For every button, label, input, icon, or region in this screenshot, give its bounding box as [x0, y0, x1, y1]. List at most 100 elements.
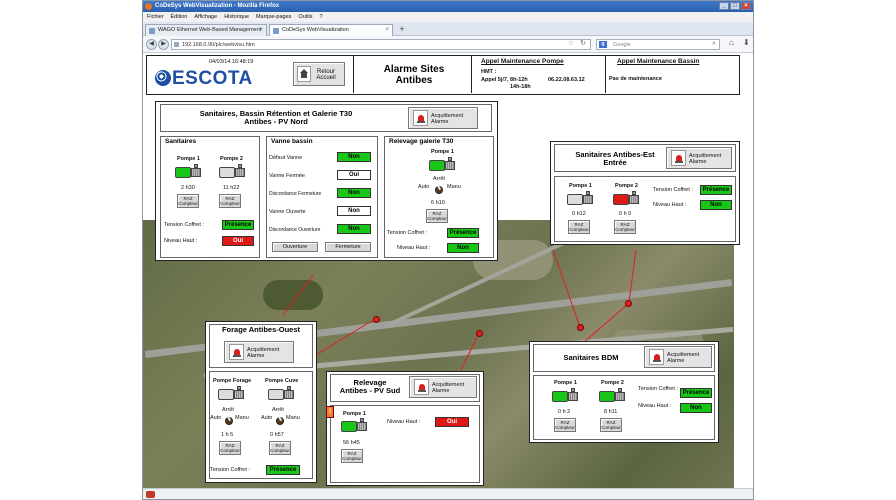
vanne-row-indicator: Non	[337, 152, 371, 162]
raz-button-pump1[interactable]: RAZ Compteur	[426, 209, 448, 223]
menu-marque-pages[interactable]: Marque-pages	[256, 12, 291, 22]
google-icon: g	[599, 41, 607, 48]
ouverture-button[interactable]: Ouverture	[272, 242, 318, 252]
raz-button-pump1[interactable]: RAZ Compteur	[177, 194, 199, 208]
url-text: 192.168.0.90/plc/webvisu.htm	[182, 42, 255, 48]
pump2-label: Pompe Cuve	[265, 378, 299, 384]
vanne-row-indicator: Non	[337, 224, 371, 234]
retour-accueil-button[interactable]: Retour Accueil	[293, 62, 345, 86]
sub-relevage-t30: Relevage galerie T30 Pompe 1 Arrêt Auto …	[384, 136, 494, 258]
niveau-indicator: Oui	[435, 417, 469, 427]
page-title: Alarme Sites Antibes	[383, 64, 445, 86]
pump2-hours: 0 h57	[270, 432, 284, 438]
vanne-title: Vanne bassin	[271, 138, 313, 145]
maint-pompe-hmt: HMT :	[481, 69, 497, 75]
menu-affichage[interactable]: Affichage	[194, 12, 217, 22]
new-tab-button[interactable]: +	[396, 24, 408, 35]
raz-button-pump1[interactable]: RAZ Compteur	[568, 220, 590, 234]
alarm-light-icon	[413, 110, 428, 126]
forward-button[interactable]: ▶	[158, 39, 169, 50]
close-tab-icon[interactable]: ×	[259, 25, 263, 36]
raz-button-pump1[interactable]: RAZ Compteur	[554, 418, 576, 432]
manu-label: Manu	[286, 415, 300, 421]
selector-knob-icon[interactable]	[225, 417, 233, 425]
pump1-label: Pompe 1	[177, 156, 200, 162]
menu-outils[interactable]: Outils	[298, 12, 312, 22]
minimize-button[interactable]: _	[719, 2, 729, 10]
tab-wago[interactable]: WAGO Ethernet Web-Based Management ×	[145, 24, 267, 36]
tension-label: Tension Coffret :	[653, 187, 693, 193]
raz-button-pump2[interactable]: RAZ Compteur	[219, 194, 241, 208]
pump1-icon	[339, 418, 369, 434]
fermeture-button[interactable]: Fermeture	[325, 242, 371, 252]
site-marker-est[interactable]	[625, 300, 632, 307]
bookmark-star-icon[interactable]: ☆	[568, 39, 574, 49]
pump1-label: Pompe 1	[343, 411, 366, 417]
ack-button-pv-nord[interactable]: Acquittement Alarme	[408, 107, 478, 129]
panel-sanitaires-bdm: Sanitaires BDM Acquittement Alarme Pompe…	[529, 341, 719, 443]
tension-label: Tension Coffret :	[210, 467, 250, 473]
datetime: 04/03/14 16:48:19	[209, 59, 254, 65]
sanitaires-title: Sanitaires	[165, 138, 197, 145]
header-panel: 04/03/14 16:48:19 ESCOTA Retour Accueil …	[146, 55, 740, 95]
vanne-row-label: Discordance Ouverture	[269, 227, 321, 233]
tension-label: Tension Coffret :	[387, 230, 427, 236]
search-input[interactable]: g Google ⌕	[596, 39, 720, 50]
auto-label: Auto	[418, 184, 430, 190]
pump2-label: Pompe 2	[601, 380, 624, 386]
maint-pompe-phone: 06.22.08.63.12	[548, 77, 585, 83]
ack-button-bdm[interactable]: Acquittement Alarme	[644, 346, 712, 368]
tab-codesys[interactable]: CoDeSys WebVisualization ×	[269, 24, 393, 36]
close-window-button[interactable]: ×	[741, 2, 751, 10]
raz-button-pump2[interactable]: RAZ Compteur	[600, 418, 622, 432]
reload-icon[interactable]: ↻	[580, 39, 586, 49]
vanne-row-label: Défaut Vanne	[269, 155, 303, 161]
site-marker-forage[interactable]	[373, 316, 380, 323]
vanne-row-indicator: Non	[337, 188, 371, 198]
pv-nord-title: Sanitaires, Bassin Rétention et Galerie …	[199, 109, 353, 126]
pump1-hours: 6 h10	[431, 200, 445, 206]
sub-relevage-sud: Pompe 1 56 h45 RAZ Compteur Niveau Haut …	[330, 405, 480, 483]
pump1-label: Pompe 1	[554, 380, 577, 386]
search-icon[interactable]: ⌕	[712, 39, 716, 49]
menu-fichier[interactable]: Fichier	[147, 12, 164, 22]
download-icon[interactable]: ⬇	[743, 38, 750, 47]
ack-button-antibes-est[interactable]: Acquittement Alarme	[666, 147, 732, 169]
raz-button-pump1[interactable]: RAZ Compteur	[341, 449, 363, 463]
warning-marker-icon: !	[326, 406, 334, 418]
tension-label: Tension Coffret :	[164, 222, 204, 228]
url-bar[interactable]: 192.168.0.90/plc/webvisu.htm ☆ ↻	[171, 39, 591, 50]
maximize-button[interactable]: □	[730, 2, 740, 10]
niveau-label: Niveau Haut :	[653, 202, 687, 208]
niveau-indicator: Non	[447, 243, 479, 253]
window-title: CoDeSys WebVisualization - Mozilla Firef…	[155, 3, 280, 9]
close-tab-icon[interactable]: ×	[385, 25, 389, 36]
ack-button-forage[interactable]: Acquittement Alarme	[224, 341, 294, 363]
site-marker-bdm[interactable]	[577, 324, 584, 331]
back-button[interactable]: ◀	[146, 39, 157, 50]
addon-icon[interactable]	[146, 491, 155, 498]
raz-button-pump2[interactable]: RAZ Compteur	[614, 220, 636, 234]
maint-pompe-hours2: 14h-18h	[510, 84, 531, 90]
home-icon[interactable]: ⌂	[729, 38, 734, 47]
niveau-label: Niveau Haut :	[387, 419, 421, 425]
sub-vanne-bassin: Vanne bassin Défaut Vanne Non Vanne Ferm…	[266, 136, 378, 258]
pump2-hours: 8 h11	[604, 409, 618, 415]
menu-edition[interactable]: Édition	[171, 12, 188, 22]
tab-label: CoDeSys WebVisualization	[282, 27, 349, 33]
raz-button-pump1[interactable]: RAZ Compteur	[219, 441, 241, 455]
menu-historique[interactable]: Historique	[224, 12, 249, 22]
selector-knob-icon[interactable]	[435, 186, 443, 194]
arret-label: Arrêt	[272, 407, 284, 413]
pump1-icon	[216, 386, 246, 402]
raz-button-pump2[interactable]: RAZ Compteur	[269, 441, 291, 455]
alarm-light-icon	[671, 150, 686, 166]
menu-aide[interactable]: ?	[319, 12, 322, 22]
site-marker-relevage-sud[interactable]	[476, 330, 483, 337]
pump1-label: Pompe 1	[431, 149, 454, 155]
selector-knob-icon[interactable]	[276, 417, 284, 425]
retour-label: Retour Accueil	[316, 69, 336, 81]
tension-label: Tension Coffret :	[638, 386, 678, 392]
manu-label: Manu	[235, 415, 249, 421]
ack-button-relevage-sud[interactable]: Acquittement Alarme	[409, 376, 477, 398]
